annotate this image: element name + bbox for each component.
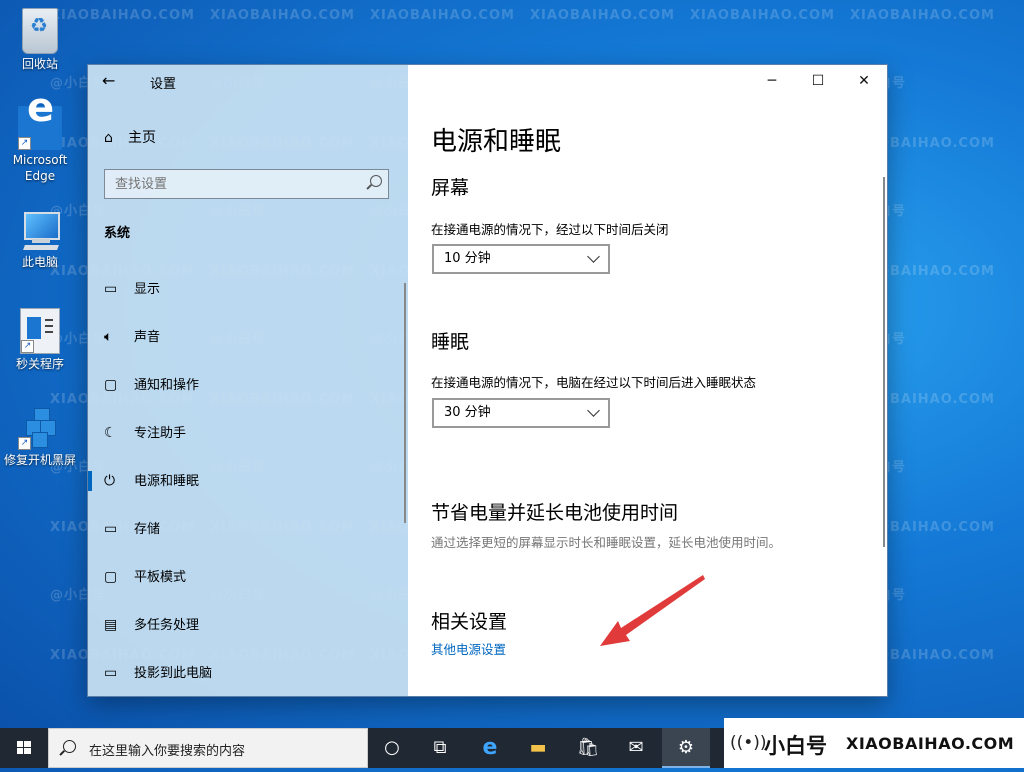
desktop-icon-recycle-bin[interactable]: 回收站 [4,8,76,72]
start-button[interactable] [0,728,48,768]
wifi-broadcast-icon: ((•)) [730,733,767,753]
section-label-system: 系统 [104,226,131,241]
sidebar-item-label: 显示 [134,282,161,297]
watermark-text: XIAOBAIHAO.COM [530,8,675,23]
search-icon[interactable] [370,175,382,187]
nav-home-label: 主页 [128,130,156,146]
settings-sidebar: ← 设置 ⌂ 主页 系统 ▭ 显示 🔈︎ 声音 ▢ 通知和操作 ☾ 专注助手 ⏻ 电源和睡眠… [88,65,408,696]
speaker-icon: 🔈︎ [104,329,113,345]
desktop-icon-this-pc[interactable]: 此电脑 [4,208,76,270]
taskbar-search-box[interactable]: 在这里输入你要搜索的内容 [48,728,368,768]
brand-name-en: XIAOBAIHAO.COM [846,734,1015,753]
sidebar-item-notifications[interactable]: ▢ 通知和操作 [104,371,394,399]
display-icon: ▭ [104,281,118,297]
file-explorer-icon[interactable]: ▬ [514,728,562,768]
watermark-text: XIAOBAIHAO.COM [370,8,515,23]
sidebar-item-label: 投影到此电脑 [134,666,213,681]
desktop-icon-edge[interactable]: ↗ Microsoft Edge [4,100,76,184]
project-icon: ▭ [104,665,118,681]
notification-icon: ▢ [104,377,118,393]
watermark-text: XIAOBAIHAO.COM [690,8,835,23]
desktop-icon-label: 修复开机黑屏 [4,453,77,467]
edge-icon: ↗ [18,100,62,150]
task-view-icon[interactable]: ⧉ [416,728,464,768]
brand-watermark: ((•)) 小白号 XIAOBAIHAO.COM [724,718,1024,768]
settings-search-box[interactable] [104,169,389,199]
sidebar-item-multitasking[interactable]: ▤ 多任务处理 [104,611,394,639]
taskbar-search-placeholder: 在这里输入你要搜索的内容 [89,744,246,759]
multitask-icon: ▤ [104,617,118,633]
sidebar-item-label: 声音 [134,330,161,345]
desktop-icon-label: 回收站 [21,57,58,71]
program-icon: ↗ [20,308,60,354]
mail-icon[interactable]: ✉ [612,728,660,768]
annotation-arrow [600,575,705,646]
storage-icon: ▭ [104,521,118,537]
this-pc-icon [18,208,62,252]
title-bar[interactable]: ← 设置 [88,65,408,97]
sidebar-item-storage[interactable]: ▭ 存储 [104,515,394,543]
sidebar-item-project[interactable]: ▭ 投影到此电脑 [104,659,394,687]
back-arrow-icon[interactable]: ← [102,71,122,91]
settings-icon[interactable]: ⚙ [662,728,710,768]
settings-window: ← 设置 ⌂ 主页 系统 ▭ 显示 🔈︎ 声音 ▢ 通知和操作 ☾ 专注助手 ⏻ 电源和睡眠… [88,65,887,696]
desktop-icon-label: Microsoft Edge [12,153,68,183]
recycle-bin-icon [22,8,58,54]
window-title: 设置 [150,77,177,92]
store-icon[interactable]: 🛍︎ [564,728,612,768]
power-icon: ⏻ [104,473,116,489]
cortana-icon[interactable]: ○ [368,728,416,768]
sidebar-item-power-sleep[interactable]: ⏻ 电源和睡眠 [88,467,394,495]
repair-icon: ↗ [18,406,62,450]
nav-home[interactable]: ⌂ 主页 [104,127,156,147]
desktop-icon-label: 秒关程序 [15,357,64,371]
watermark-text: XIAOBAIHAO.COM [210,8,355,23]
sidebar-scrollbar[interactable] [404,283,406,523]
sidebar-item-sound[interactable]: 🔈︎ 声音 [104,323,394,351]
brand-name-cn: 小白号 [764,734,827,758]
home-icon: ⌂ [104,130,113,146]
desktop-icon-label: 此电脑 [21,255,58,269]
sidebar-item-tablet-mode[interactable]: ▢ 平板模式 [104,563,394,591]
moon-icon: ☾ [104,425,117,441]
desktop-icon-repair[interactable]: ↗ 修复开机黑屏 [4,406,76,468]
settings-content: ─ ☐ ✕ 电源和睡眠 屏幕 在接通电源的情况下，经过以下时间后关闭 10 分钟… [408,65,887,696]
sidebar-item-label: 多任务处理 [134,618,200,633]
sidebar-item-label: 平板模式 [134,570,187,585]
edge-icon[interactable]: e [466,728,514,768]
watermark-text: XIAOBAIHAO.COM [850,8,995,23]
sidebar-item-label: 通知和操作 [134,378,200,393]
desktop-icon-program[interactable]: ↗ 秒关程序 [4,308,76,372]
sidebar-item-label: 电源和睡眠 [134,474,200,489]
settings-search-input[interactable] [105,170,355,198]
tablet-icon: ▢ [104,569,118,585]
search-icon [63,740,76,753]
sidebar-item-display[interactable]: ▭ 显示 [104,275,394,303]
windows-start-icon [17,741,31,754]
sidebar-item-focus-assist[interactable]: ☾ 专注助手 [104,419,394,447]
sidebar-item-label: 专注助手 [134,426,187,441]
sidebar-item-label: 存储 [134,522,161,537]
